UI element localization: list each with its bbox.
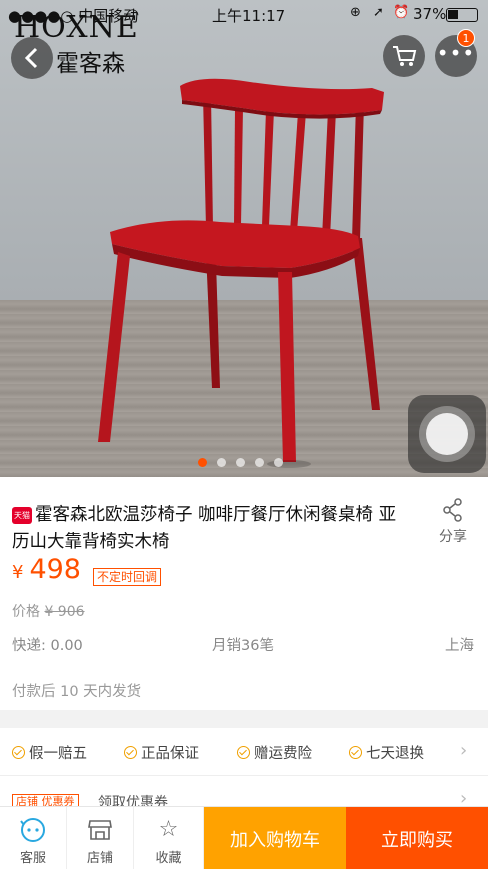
check-circle-icon: [124, 746, 137, 759]
tab-label: 收藏: [155, 851, 182, 866]
brand-logo-cn: 霍客森: [56, 51, 125, 77]
service-item: 赠运费险: [237, 742, 312, 763]
original-price-label: 价格: [12, 604, 40, 620]
original-price: 价格 ¥ 906: [12, 601, 85, 621]
check-circle-icon: [237, 746, 250, 759]
carousel-indicator: [198, 458, 283, 467]
cart-button[interactable]: [383, 35, 425, 77]
clock: 上午11:17: [212, 7, 286, 25]
shop-icon: [67, 815, 133, 845]
share-label: 分享: [439, 529, 467, 545]
add-to-cart-button[interactable]: 加入购物车: [204, 807, 346, 869]
product-title: 天猫 霍客森北欧温莎椅子 咖啡厅餐厅休闲餐桌椅 亚历山大靠背椅实木椅: [12, 502, 407, 556]
coupon-row[interactable]: 店铺 优惠券 领取优惠券 ›: [0, 776, 488, 811]
chevron-right-icon: ›: [460, 740, 468, 761]
currency-symbol: ¥: [12, 562, 24, 583]
ship-from-location: 上海: [445, 638, 474, 654]
cart-count-badge: 1: [457, 29, 475, 47]
customer-service-tab[interactable]: 客服: [0, 807, 67, 869]
product-title-text: 霍客森北欧温莎椅子 咖啡厅餐厅休闲餐桌椅 亚历山大靠背椅实木椅: [12, 505, 397, 552]
chevron-left-icon: [24, 47, 38, 69]
check-circle-icon: [349, 746, 362, 759]
product-image-carousel[interactable]: ●●●●○ 中国移动 ◠ 上午11:17 ⊕ ➚ ⏰ 37% HOXNE 霍客森…: [0, 0, 488, 477]
customer-service-icon: [0, 815, 66, 845]
carousel-dot: [198, 458, 207, 467]
bottom-action-bar: 客服 店铺 ☆ 收藏 加入购物车 立即购买: [0, 806, 488, 869]
service-item: 假一赔五: [12, 742, 87, 763]
delivery-time: 付款后 10 天内发货: [12, 684, 142, 700]
star-icon: ☆: [158, 817, 179, 842]
tab-label: 客服: [19, 851, 46, 866]
tab-label: 店铺: [86, 851, 113, 866]
carousel-dot: [236, 458, 245, 467]
carousel-dot: [274, 458, 283, 467]
alarm-icon: ⏰: [393, 5, 410, 20]
back-button[interactable]: [11, 37, 53, 79]
section-divider: [0, 710, 488, 728]
price-callback-tag: 不定时回调: [93, 568, 162, 586]
share-icon: [443, 498, 462, 522]
original-price-value: ¥ 906: [44, 604, 85, 620]
share-button[interactable]: 分享: [430, 498, 476, 546]
check-circle-icon: [12, 746, 25, 759]
service-item: 七天退换: [349, 742, 424, 763]
carousel-dot: [255, 458, 264, 467]
service-item: 正品保证: [124, 742, 199, 763]
service-guarantees[interactable]: 假一赔五 正品保证 赠运费险 七天退换 ›: [0, 728, 488, 776]
lock-rotation-icon: ⊕: [350, 5, 361, 20]
price: ¥498: [12, 554, 81, 585]
battery-icon: [446, 8, 478, 22]
tmall-badge-icon: 天猫: [12, 507, 32, 524]
cart-icon: [393, 46, 417, 66]
assistive-touch-button[interactable]: [408, 395, 486, 473]
favorite-tab[interactable]: ☆ 收藏: [134, 807, 204, 869]
monthly-sales: 月销36笔: [212, 638, 274, 654]
location-icon: ➚: [373, 5, 384, 20]
price-value: 498: [29, 554, 81, 585]
carousel-dot: [217, 458, 226, 467]
battery-percent: 37%: [413, 5, 447, 23]
buy-now-button[interactable]: 立即购买: [346, 807, 488, 869]
shipping-fee: 快递: 0.00: [12, 638, 83, 654]
shop-tab[interactable]: 店铺: [67, 807, 134, 869]
